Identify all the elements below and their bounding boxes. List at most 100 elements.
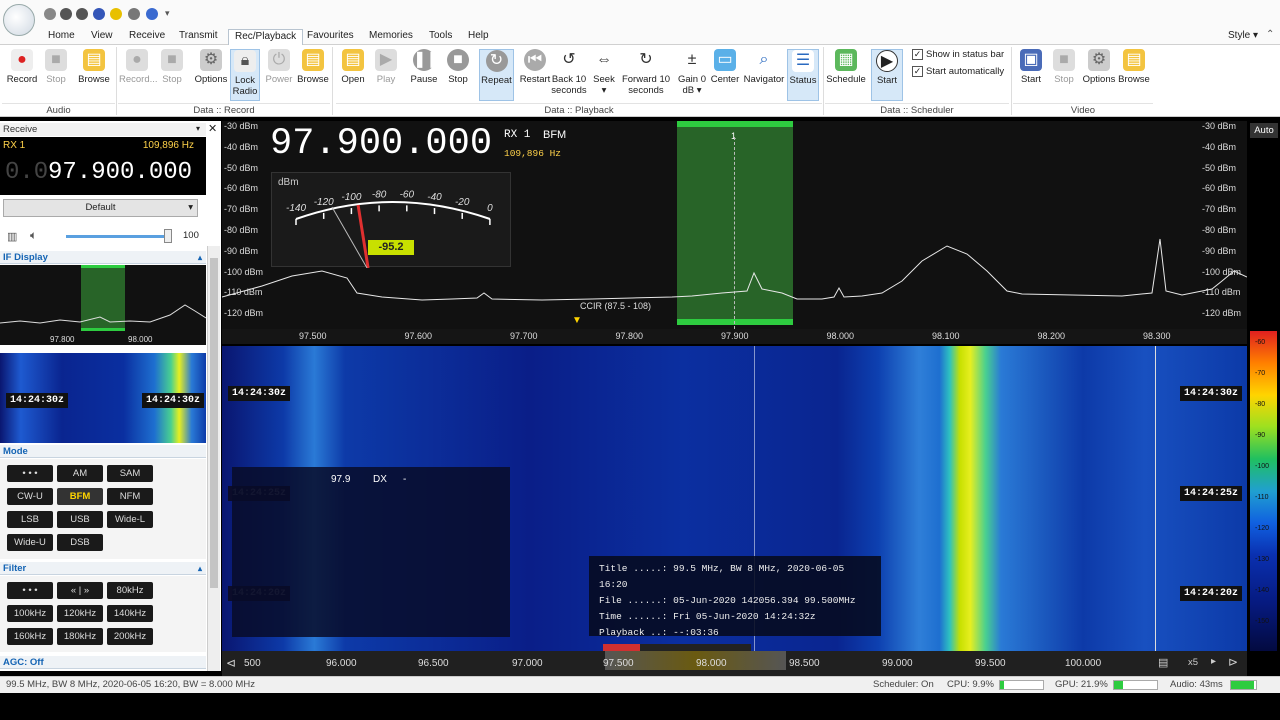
filter-160khz-button[interactable]: 160kHz <box>7 628 53 645</box>
panel-close-icon[interactable]: ✕ <box>208 122 217 135</box>
if-spectrum[interactable]: 97.800 98.000 <box>0 265 206 345</box>
playback-stop-button[interactable]: ■ Stop <box>444 49 472 85</box>
power-button[interactable]: ⏻ Power <box>264 49 294 85</box>
cpu-meter-fill <box>1000 681 1005 689</box>
scheduler-start-button[interactable]: ▶ Start <box>871 49 903 101</box>
seek-button[interactable]: ⇔ Seek ▾ <box>591 49 617 96</box>
spectrum-display[interactable]: 1 97.900.000 RX 1 BFM 109,896 Hz dBm -14… <box>222 121 1247 329</box>
open-button[interactable]: ▤ Open <box>338 49 368 85</box>
navigator-button[interactable]: ⌕ Navigator <box>743 49 785 85</box>
frequency-axis[interactable]: 97.500 97.600 97.700 97.800 97.900 98.000 98.1… <box>222 329 1247 344</box>
navigator-next-icon[interactable]: ▸ <box>1211 656 1216 667</box>
mode-sam-button[interactable]: SAM <box>107 465 153 482</box>
color-scale[interactable]: -60 -70 -80 -90 -100 -110 -120 -130 -140 -150 <box>1250 331 1277 651</box>
video-start-button[interactable]: ▣ Start <box>1016 49 1046 85</box>
mode-header[interactable]: Mode <box>0 445 206 458</box>
gear-icon: ⚙ <box>200 49 222 71</box>
mode-dsb-button[interactable]: DSB <box>57 534 103 551</box>
data-record-button[interactable]: ● Record... <box>119 49 158 85</box>
speaker-icon[interactable]: 🔈︎ <box>30 228 37 243</box>
status-button[interactable]: ☰ Status <box>787 49 819 101</box>
filter-header[interactable]: Filter ▴ <box>0 562 206 575</box>
video-browse-button[interactable]: ▤ Browse <box>1117 49 1151 85</box>
app-menu-button[interactable] <box>3 4 35 36</box>
navigator-left-icon[interactable]: ⊲ <box>226 656 236 670</box>
filter-200khz-button[interactable]: 200kHz <box>107 628 153 645</box>
settings-gear-icon[interactable] <box>128 8 140 20</box>
schedule-button[interactable]: ▦ Schedule <box>826 49 866 85</box>
mode-usb-button[interactable]: USB <box>57 511 103 528</box>
volume-thumb[interactable] <box>164 229 172 243</box>
stop-icon[interactable] <box>76 8 88 20</box>
mode-widel-button[interactable]: Wide-L <box>107 511 153 528</box>
audio-stop-button[interactable]: ■ Stop <box>42 49 70 85</box>
lock-radio-button[interactable]: 🔒︎ Lock Radio <box>230 49 260 101</box>
filter-120khz-button[interactable]: 120kHz <box>57 605 103 622</box>
seek-icon: ⇔ <box>593 49 615 71</box>
show-in-status-bar-checkbox[interactable]: ✓ Show in status bar <box>912 49 1004 60</box>
mode-am-button[interactable]: AM <box>57 465 103 482</box>
data-options-button[interactable]: ⚙ Options <box>193 49 229 85</box>
tab-help[interactable]: Help <box>462 29 495 45</box>
filter-more-button[interactable]: • • • <box>7 582 53 599</box>
forward-10-seconds-button[interactable]: ↻ Forward 10 seconds <box>620 49 672 96</box>
start-automatically-checkbox[interactable]: ✓ Start automatically <box>912 66 1004 77</box>
tab-view[interactable]: View <box>85 29 119 45</box>
filter-180khz-button[interactable]: 180kHz <box>57 628 103 645</box>
gain-button[interactable]: ± Gain 0 dB ▾ <box>677 49 707 96</box>
tab-rec-playback[interactable]: Rec/Playback <box>228 29 304 45</box>
if-display-header[interactable]: IF Display ▴ <box>0 251 206 264</box>
video-stop-button[interactable]: ■ Stop <box>1050 49 1078 85</box>
navigator-bar[interactable]: ⊲ 500 96.000 96.500 97.000 97.500 98.000 98.50… <box>222 651 1247 676</box>
frequency-readout[interactable]: 97.900.000 <box>48 159 192 186</box>
audio-record-button[interactable]: ● Record <box>6 49 38 85</box>
tab-home[interactable]: Home <box>42 29 81 45</box>
mode-cwu-button[interactable]: CW-U <box>7 488 53 505</box>
volume-slider[interactable] <box>66 229 172 243</box>
repeat-button[interactable]: ↻ Repeat <box>479 49 514 101</box>
mode-bfm-button[interactable]: BFM <box>57 488 103 505</box>
zoom-level[interactable]: x5 <box>1188 657 1198 668</box>
style-menu[interactable]: Style ▾ <box>1228 30 1258 41</box>
frequency-tick: 97.700 <box>510 331 538 341</box>
data-stop-button[interactable]: ■ Stop <box>158 49 186 85</box>
mode-nfm-button[interactable]: NFM <box>107 488 153 505</box>
profile-select[interactable]: Default ▾ <box>3 199 198 217</box>
left-panel-scrollbar[interactable] <box>207 246 220 671</box>
tab-favourites[interactable]: Favourites <box>301 29 360 45</box>
mode-lsb-button[interactable]: LSB <box>7 511 53 528</box>
favourite-star-icon[interactable] <box>110 8 122 20</box>
filter-80khz-button[interactable]: 80kHz <box>107 582 153 599</box>
agc-header[interactable]: AGC: Off <box>0 656 206 669</box>
panel-dropdown-icon[interactable]: ▾ <box>196 124 200 133</box>
if-waterfall[interactable]: 14:24:30z 14:24:30z <box>0 353 206 443</box>
customize-chevron-icon[interactable]: ▾ <box>165 8 170 19</box>
mode-more-button[interactable]: • • • <box>7 465 53 482</box>
equalizer-icon[interactable]: ▥ <box>7 230 17 243</box>
record-icon[interactable] <box>93 8 105 20</box>
pause-button[interactable]: ❚❚ Pause <box>408 49 440 85</box>
undo-icon[interactable] <box>146 8 158 20</box>
video-options-button[interactable]: ⚙ Options <box>1082 49 1116 85</box>
tab-receive[interactable]: Receive <box>123 29 171 45</box>
restart-button[interactable]: ⏮ Restart <box>518 49 552 85</box>
mode-wideu-button[interactable]: Wide-U <box>7 534 53 551</box>
back-10-seconds-button[interactable]: ↺ Back 10 seconds <box>551 49 587 96</box>
navigator-menu-icon[interactable]: ▤ <box>1158 656 1168 669</box>
filter-100khz-button[interactable]: 100kHz <box>7 605 53 622</box>
tab-memories[interactable]: Memories <box>363 29 419 45</box>
filter-140khz-button[interactable]: 140kHz <box>107 605 153 622</box>
filter-adjust-button[interactable]: « | » <box>57 582 103 599</box>
play-icon[interactable] <box>60 8 72 20</box>
navigator-right-icon[interactable]: ⊳ <box>1228 655 1238 669</box>
scrollbar-thumb[interactable] <box>210 258 218 588</box>
tab-tools[interactable]: Tools <box>423 29 458 45</box>
new-icon[interactable] <box>44 8 56 20</box>
data-browse-button[interactable]: ▤ Browse <box>296 49 330 85</box>
auto-button[interactable]: Auto <box>1250 123 1278 138</box>
ribbon-collapse-icon[interactable]: ⌃ <box>1266 29 1274 40</box>
audio-browse-button[interactable]: ▤ Browse <box>77 49 111 85</box>
play-button[interactable]: ▶ Play <box>372 49 400 85</box>
center-button[interactable]: ▭ Center <box>709 49 741 85</box>
tab-transmit[interactable]: Transmit <box>173 29 224 45</box>
